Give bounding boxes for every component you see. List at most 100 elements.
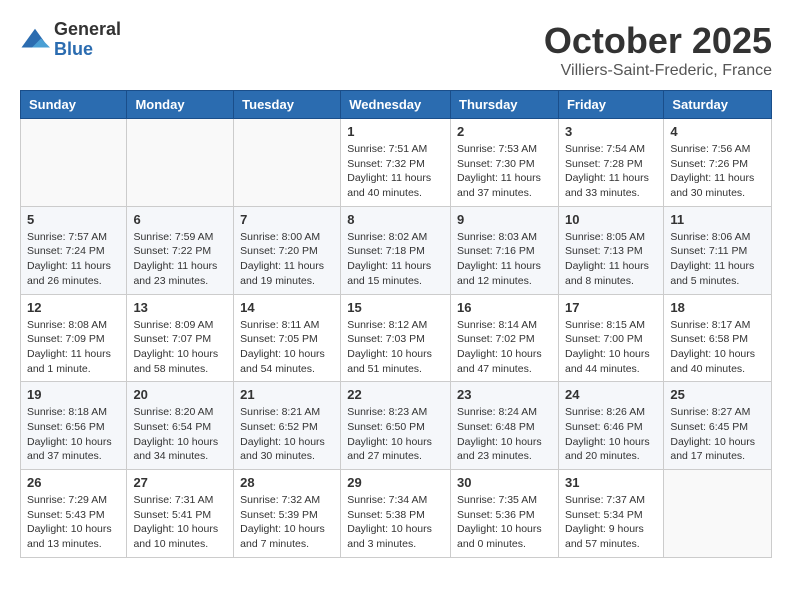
sunrise-text: Sunrise: 7:59 AM — [133, 231, 213, 243]
sunset-text: Sunset: 7:16 PM — [457, 245, 535, 257]
day-number: 28 — [240, 475, 334, 490]
daylight-text: Daylight: 11 hours and 23 minutes. — [133, 260, 217, 287]
day-info: Sunrise: 8:08 AM Sunset: 7:09 PM Dayligh… — [27, 318, 120, 377]
calendar-cell: 2 Sunrise: 7:53 AM Sunset: 7:30 PM Dayli… — [451, 119, 559, 207]
day-info: Sunrise: 8:18 AM Sunset: 6:56 PM Dayligh… — [27, 405, 120, 464]
daylight-text: Daylight: 10 hours and 10 minutes. — [133, 523, 218, 550]
day-number: 29 — [347, 475, 444, 490]
calendar-week-row: 5 Sunrise: 7:57 AM Sunset: 7:24 PM Dayli… — [21, 206, 772, 294]
daylight-text: Daylight: 11 hours and 19 minutes. — [240, 260, 324, 287]
sunrise-text: Sunrise: 8:20 AM — [133, 406, 213, 418]
calendar-week-row: 19 Sunrise: 8:18 AM Sunset: 6:56 PM Dayl… — [21, 382, 772, 470]
sunset-text: Sunset: 7:26 PM — [670, 158, 748, 170]
sunrise-text: Sunrise: 8:12 AM — [347, 319, 427, 331]
daylight-text: Daylight: 9 hours and 57 minutes. — [565, 523, 644, 550]
calendar-cell: 4 Sunrise: 7:56 AM Sunset: 7:26 PM Dayli… — [664, 119, 772, 207]
day-number: 16 — [457, 300, 552, 315]
daylight-text: Daylight: 10 hours and 51 minutes. — [347, 348, 432, 375]
sunrise-text: Sunrise: 8:05 AM — [565, 231, 645, 243]
calendar-week-row: 12 Sunrise: 8:08 AM Sunset: 7:09 PM Dayl… — [21, 294, 772, 382]
daylight-text: Daylight: 11 hours and 15 minutes. — [347, 260, 431, 287]
weekday-header: Saturday — [664, 91, 772, 119]
sunset-text: Sunset: 6:50 PM — [347, 421, 425, 433]
day-info: Sunrise: 7:31 AM Sunset: 5:41 PM Dayligh… — [133, 493, 227, 552]
daylight-text: Daylight: 10 hours and 23 minutes. — [457, 436, 542, 463]
day-info: Sunrise: 8:24 AM Sunset: 6:48 PM Dayligh… — [457, 405, 552, 464]
day-info: Sunrise: 8:20 AM Sunset: 6:54 PM Dayligh… — [133, 405, 227, 464]
sunset-text: Sunset: 5:43 PM — [27, 509, 105, 521]
day-number: 24 — [565, 387, 657, 402]
sunrise-text: Sunrise: 7:32 AM — [240, 494, 320, 506]
calendar-week-row: 26 Sunrise: 7:29 AM Sunset: 5:43 PM Dayl… — [21, 470, 772, 558]
day-number: 10 — [565, 212, 657, 227]
calendar-cell — [21, 119, 127, 207]
calendar-cell: 13 Sunrise: 8:09 AM Sunset: 7:07 PM Dayl… — [127, 294, 234, 382]
day-number: 21 — [240, 387, 334, 402]
sunrise-text: Sunrise: 8:23 AM — [347, 406, 427, 418]
calendar-cell: 11 Sunrise: 8:06 AM Sunset: 7:11 PM Dayl… — [664, 206, 772, 294]
calendar-header-row: SundayMondayTuesdayWednesdayThursdayFrid… — [21, 91, 772, 119]
weekday-header: Monday — [127, 91, 234, 119]
weekday-header: Thursday — [451, 91, 559, 119]
sunset-text: Sunset: 7:22 PM — [133, 245, 211, 257]
day-info: Sunrise: 7:57 AM Sunset: 7:24 PM Dayligh… — [27, 230, 120, 289]
day-info: Sunrise: 7:54 AM Sunset: 7:28 PM Dayligh… — [565, 142, 657, 201]
day-number: 22 — [347, 387, 444, 402]
sunset-text: Sunset: 7:28 PM — [565, 158, 643, 170]
calendar-cell: 15 Sunrise: 8:12 AM Sunset: 7:03 PM Dayl… — [341, 294, 451, 382]
sunset-text: Sunset: 6:45 PM — [670, 421, 748, 433]
daylight-text: Daylight: 11 hours and 37 minutes. — [457, 172, 541, 199]
location-text: Villiers-Saint-Frederic, France — [544, 62, 772, 80]
sunset-text: Sunset: 5:38 PM — [347, 509, 425, 521]
day-number: 31 — [565, 475, 657, 490]
calendar-cell: 24 Sunrise: 8:26 AM Sunset: 6:46 PM Dayl… — [558, 382, 663, 470]
calendar-cell: 17 Sunrise: 8:15 AM Sunset: 7:00 PM Dayl… — [558, 294, 663, 382]
calendar-cell: 7 Sunrise: 8:00 AM Sunset: 7:20 PM Dayli… — [234, 206, 341, 294]
sunset-text: Sunset: 7:00 PM — [565, 333, 643, 345]
daylight-text: Daylight: 10 hours and 7 minutes. — [240, 523, 325, 550]
sunrise-text: Sunrise: 8:21 AM — [240, 406, 320, 418]
day-number: 12 — [27, 300, 120, 315]
day-info: Sunrise: 8:06 AM Sunset: 7:11 PM Dayligh… — [670, 230, 765, 289]
sunrise-text: Sunrise: 8:00 AM — [240, 231, 320, 243]
day-number: 11 — [670, 212, 765, 227]
page-header: General Blue October 2025 Villiers-Saint… — [20, 20, 772, 80]
sunrise-text: Sunrise: 8:14 AM — [457, 319, 537, 331]
calendar-cell: 19 Sunrise: 8:18 AM Sunset: 6:56 PM Dayl… — [21, 382, 127, 470]
sunrise-text: Sunrise: 7:37 AM — [565, 494, 645, 506]
calendar-cell: 14 Sunrise: 8:11 AM Sunset: 7:05 PM Dayl… — [234, 294, 341, 382]
day-number: 14 — [240, 300, 334, 315]
calendar-cell: 29 Sunrise: 7:34 AM Sunset: 5:38 PM Dayl… — [341, 470, 451, 558]
day-info: Sunrise: 7:32 AM Sunset: 5:39 PM Dayligh… — [240, 493, 334, 552]
day-number: 27 — [133, 475, 227, 490]
day-number: 15 — [347, 300, 444, 315]
day-number: 18 — [670, 300, 765, 315]
daylight-text: Daylight: 10 hours and 17 minutes. — [670, 436, 755, 463]
sunrise-text: Sunrise: 7:54 AM — [565, 143, 645, 155]
logo-general-text: General — [54, 20, 121, 40]
calendar-cell — [127, 119, 234, 207]
sunset-text: Sunset: 6:46 PM — [565, 421, 643, 433]
calendar-cell: 8 Sunrise: 8:02 AM Sunset: 7:18 PM Dayli… — [341, 206, 451, 294]
calendar-cell: 6 Sunrise: 7:59 AM Sunset: 7:22 PM Dayli… — [127, 206, 234, 294]
sunset-text: Sunset: 7:05 PM — [240, 333, 318, 345]
daylight-text: Daylight: 10 hours and 13 minutes. — [27, 523, 112, 550]
day-info: Sunrise: 7:34 AM Sunset: 5:38 PM Dayligh… — [347, 493, 444, 552]
day-number: 8 — [347, 212, 444, 227]
daylight-text: Daylight: 10 hours and 40 minutes. — [670, 348, 755, 375]
day-info: Sunrise: 7:56 AM Sunset: 7:26 PM Dayligh… — [670, 142, 765, 201]
day-info: Sunrise: 8:26 AM Sunset: 6:46 PM Dayligh… — [565, 405, 657, 464]
day-info: Sunrise: 8:27 AM Sunset: 6:45 PM Dayligh… — [670, 405, 765, 464]
day-info: Sunrise: 8:23 AM Sunset: 6:50 PM Dayligh… — [347, 405, 444, 464]
calendar-cell: 25 Sunrise: 8:27 AM Sunset: 6:45 PM Dayl… — [664, 382, 772, 470]
sunset-text: Sunset: 5:39 PM — [240, 509, 318, 521]
day-info: Sunrise: 8:15 AM Sunset: 7:00 PM Dayligh… — [565, 318, 657, 377]
logo: General Blue — [20, 20, 121, 60]
calendar-cell: 16 Sunrise: 8:14 AM Sunset: 7:02 PM Dayl… — [451, 294, 559, 382]
day-number: 13 — [133, 300, 227, 315]
day-info: Sunrise: 8:21 AM Sunset: 6:52 PM Dayligh… — [240, 405, 334, 464]
day-info: Sunrise: 7:35 AM Sunset: 5:36 PM Dayligh… — [457, 493, 552, 552]
day-info: Sunrise: 8:09 AM Sunset: 7:07 PM Dayligh… — [133, 318, 227, 377]
sunrise-text: Sunrise: 8:15 AM — [565, 319, 645, 331]
calendar-cell: 22 Sunrise: 8:23 AM Sunset: 6:50 PM Dayl… — [341, 382, 451, 470]
